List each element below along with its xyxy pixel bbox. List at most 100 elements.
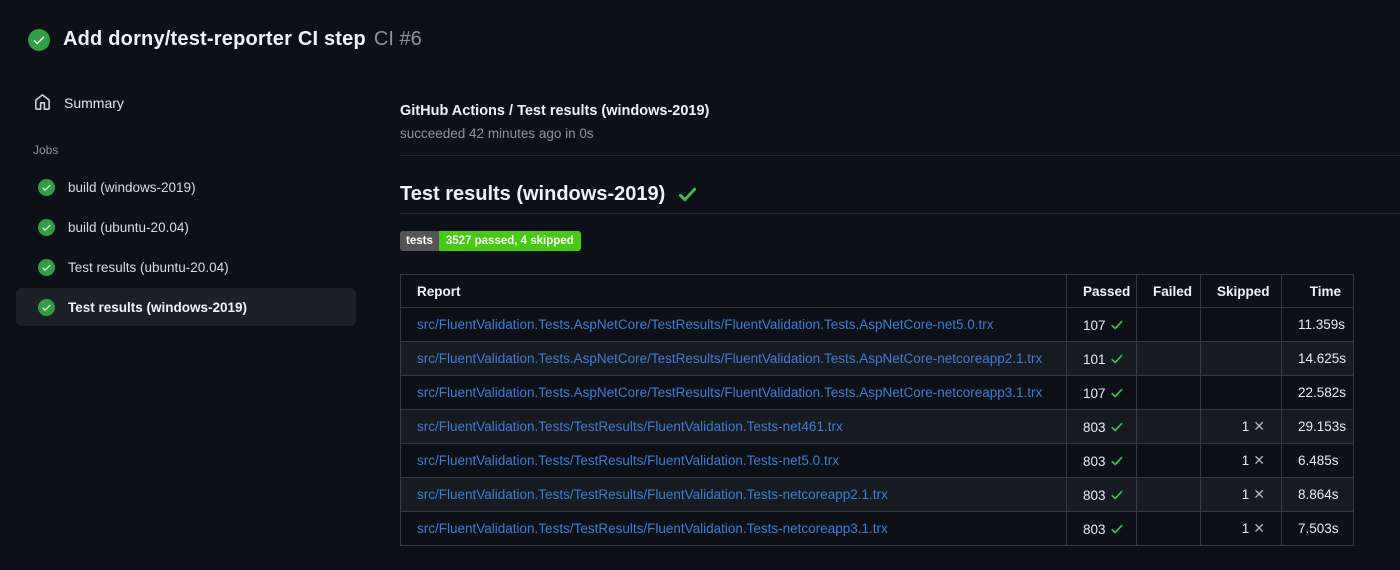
check-icon [1106, 317, 1124, 332]
x-icon: ✕ [1253, 452, 1265, 468]
table-row: src/FluentValidation.Tests/TestResults/F… [400, 511, 1354, 546]
summary-label: Summary [64, 94, 124, 111]
report-link[interactable]: src/FluentValidation.Tests.AspNetCore/Te… [417, 351, 1042, 366]
main-content: GitHub Actions / Test results (windows-2… [400, 0, 1400, 546]
check-icon [1106, 453, 1124, 468]
passed-cell: 803 [1066, 409, 1137, 444]
report-link[interactable]: src/FluentValidation.Tests/TestResults/F… [417, 487, 888, 502]
sidebar-job-item[interactable]: build (ubuntu-20.04) [0, 207, 380, 247]
check-circle-icon [38, 298, 55, 316]
report-link[interactable]: src/FluentValidation.Tests/TestResults/F… [417, 521, 888, 536]
column-header-passed: Passed [1066, 274, 1137, 308]
report-link[interactable]: src/FluentValidation.Tests/TestResults/F… [417, 419, 843, 434]
skipped-cell [1200, 341, 1282, 376]
badge-value: 3527 passed, 4 skipped [438, 231, 581, 251]
column-header-failed: Failed [1136, 274, 1201, 308]
passed-cell: 107 [1066, 307, 1137, 342]
job-item-label: build (ubuntu-20.04) [68, 219, 189, 235]
sidebar: Summary Jobs build (windows-2019) build (… [0, 88, 380, 327]
time-cell: 6.485s [1281, 443, 1354, 478]
check-icon [677, 184, 698, 205]
report-cell: src/FluentValidation.Tests.AspNetCore/Te… [400, 375, 1067, 410]
table-header-row: Report Passed Failed Skipped Time [400, 274, 1354, 308]
report-link[interactable]: src/FluentValidation.Tests.AspNetCore/Te… [417, 385, 1042, 400]
section-title: Test results (windows-2019) [400, 183, 666, 205]
badge-label: tests [400, 231, 439, 251]
passed-count: 101 [1083, 351, 1106, 367]
job-status-line: succeeded 42 minutes ago in 0s [400, 126, 594, 141]
report-cell: src/FluentValidation.Tests.AspNetCore/Te… [400, 341, 1067, 376]
check-icon [1106, 419, 1124, 434]
passed-count: 803 [1083, 521, 1106, 537]
report-cell: src/FluentValidation.Tests/TestResults/F… [400, 477, 1067, 512]
skipped-count: 1 [1241, 453, 1250, 468]
test-results-table: Report Passed Failed Skipped Time src/Fl… [400, 274, 1354, 546]
report-link[interactable]: src/FluentValidation.Tests.AspNetCore/Te… [417, 317, 994, 332]
home-icon [34, 94, 51, 111]
table-row: src/FluentValidation.Tests/TestResults/F… [400, 477, 1354, 512]
report-cell: src/FluentValidation.Tests.AspNetCore/Te… [400, 307, 1067, 342]
check-icon [1106, 385, 1124, 400]
passed-cell: 803 [1066, 477, 1137, 512]
time-cell: 14.625s [1281, 341, 1354, 376]
sidebar-job-item[interactable]: Test results (windows-2019) [16, 288, 356, 326]
passed-count: 803 [1083, 419, 1106, 435]
check-icon [1106, 487, 1124, 502]
check-circle-icon [28, 28, 50, 51]
section-heading: Test results (windows-2019) [400, 181, 1400, 208]
sidebar-item-summary[interactable]: Summary [0, 88, 380, 117]
passed-count: 803 [1083, 487, 1106, 503]
passed-cell: 803 [1066, 511, 1137, 546]
report-cell: src/FluentValidation.Tests/TestResults/F… [400, 409, 1067, 444]
passed-cell: 803 [1066, 443, 1137, 478]
skipped-count: 1 [1241, 521, 1250, 536]
check-circle-icon [38, 218, 55, 236]
column-header-report: Report [400, 274, 1067, 308]
tests-status-badge: tests 3527 passed, 4 skipped [400, 231, 581, 251]
divider [400, 155, 1400, 156]
failed-cell [1136, 341, 1201, 376]
check-circle-icon [38, 258, 55, 276]
run-title: Add dorny/test-reporter CI step [63, 28, 366, 50]
sidebar-job-item[interactable]: build (windows-2019) [0, 167, 380, 207]
job-item-label: Test results (ubuntu-20.04) [68, 259, 229, 275]
report-link[interactable]: src/FluentValidation.Tests/TestResults/F… [417, 453, 839, 468]
x-icon: ✕ [1253, 418, 1265, 434]
job-breadcrumb-title: GitHub Actions / Test results (windows-2… [400, 103, 710, 119]
failed-cell [1136, 511, 1201, 546]
x-icon: ✕ [1253, 520, 1265, 536]
passed-count: 107 [1083, 317, 1106, 333]
skipped-cell: 1 ✕ [1200, 511, 1282, 546]
job-item-label: Test results (windows-2019) [68, 299, 248, 315]
table-row: src/FluentValidation.Tests.AspNetCore/Te… [400, 341, 1354, 376]
column-header-time: Time [1281, 274, 1354, 308]
table-body: src/FluentValidation.Tests.AspNetCore/Te… [400, 307, 1354, 546]
time-cell: 11.359s [1281, 307, 1354, 342]
table-row: src/FluentValidation.Tests.AspNetCore/Te… [400, 307, 1354, 342]
time-cell: 29.153s [1281, 409, 1354, 444]
skipped-cell: 1 ✕ [1200, 477, 1282, 512]
table-row: src/FluentValidation.Tests.AspNetCore/Te… [400, 375, 1354, 410]
skipped-cell [1200, 375, 1282, 410]
failed-cell [1136, 477, 1201, 512]
passed-count: 107 [1083, 385, 1106, 401]
failed-cell [1136, 443, 1201, 478]
check-icon [1106, 521, 1124, 536]
report-cell: src/FluentValidation.Tests/TestResults/F… [400, 443, 1067, 478]
skipped-count: 1 [1241, 419, 1250, 434]
table-row: src/FluentValidation.Tests/TestResults/F… [400, 409, 1354, 444]
time-cell: 22.582s [1281, 375, 1354, 410]
check-icon [1106, 351, 1124, 366]
sidebar-job-item[interactable]: Test results (ubuntu-20.04) [0, 247, 380, 287]
passed-cell: 101 [1066, 341, 1137, 376]
job-item-label: build (windows-2019) [68, 179, 196, 195]
report-cell: src/FluentValidation.Tests/TestResults/F… [400, 511, 1067, 546]
failed-cell [1136, 375, 1201, 410]
passed-count: 803 [1083, 453, 1106, 469]
skipped-cell [1200, 307, 1282, 342]
failed-cell [1136, 409, 1201, 444]
jobs-section-label: Jobs [33, 143, 59, 157]
check-circle-icon [38, 178, 55, 196]
skipped-count: 1 [1241, 487, 1250, 502]
failed-cell [1136, 307, 1201, 342]
